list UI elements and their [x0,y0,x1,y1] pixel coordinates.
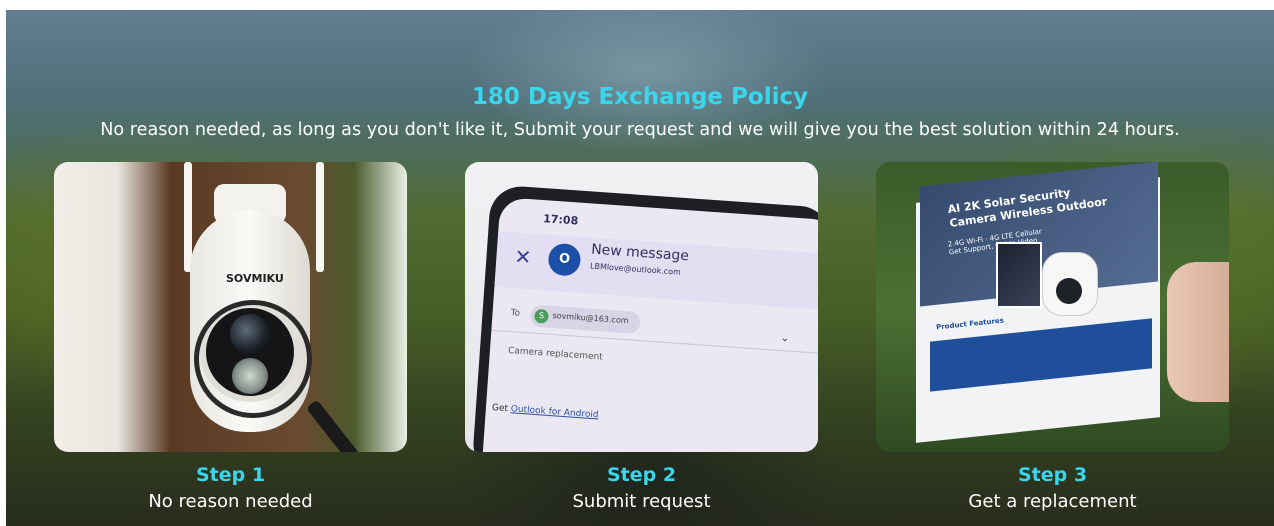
phone-screen: 17:08 ✕ O New message LBMlove@outlook.co… [480,197,818,452]
step-2-title: Step 2 [606,464,677,486]
from-address: LBMlove@outlook.com [589,261,682,277]
recipient-avatar: S [533,308,549,324]
to-label: To [510,308,521,319]
close-icon: ✕ [513,244,533,270]
step-1-title: Step 1 [195,464,266,486]
step-2-image: 17:08 ✕ O New message LBMlove@outlook.co… [465,162,818,452]
compose-title: New message [590,241,690,265]
step-3-description: Get a replacement [968,491,1137,512]
box-camera-lens-icon [1056,278,1082,304]
subject-text: Camera replacement [507,345,604,363]
step-3-title: Step 3 [1017,464,1088,486]
recipient-chip: S sovmiku@163.com [529,304,641,335]
chevron-down-icon: ⌄ [779,330,790,345]
magnifier-icon [194,300,312,418]
solar-panel-icon [996,242,1042,308]
banner-subline: No reason needed, as long as you don't l… [100,120,1180,140]
signature: Get Outlook for Android [492,403,599,420]
signature-link: Outlook for Android [510,404,599,421]
antenna-icon [316,162,324,272]
phone: 17:08 ✕ O New message LBMlove@outlook.co… [471,184,818,452]
step-3-image: AI 2K Solar Security Camera Wireless Out… [876,162,1229,452]
status-time: 17:08 [542,212,579,228]
step-1-image: SOVMIKU [54,162,407,452]
exchange-policy-banner: 180 Days Exchange Policy No reason neede… [6,10,1274,526]
recipient-address: sovmiku@163.com [552,311,629,326]
magnifier-handle [306,399,361,452]
step-2-description: Submit request [572,491,711,512]
step-1-description: No reason needed [148,491,313,512]
hand [1167,262,1229,402]
signature-prefix: Get [491,403,512,415]
compose-header: ✕ O New message LBMlove@outlook.com [494,231,818,311]
camera-brand-logo: SOVMIKU [226,272,284,285]
outlook-icon: O [547,242,582,277]
banner-headline: 180 Days Exchange Policy [471,84,809,110]
